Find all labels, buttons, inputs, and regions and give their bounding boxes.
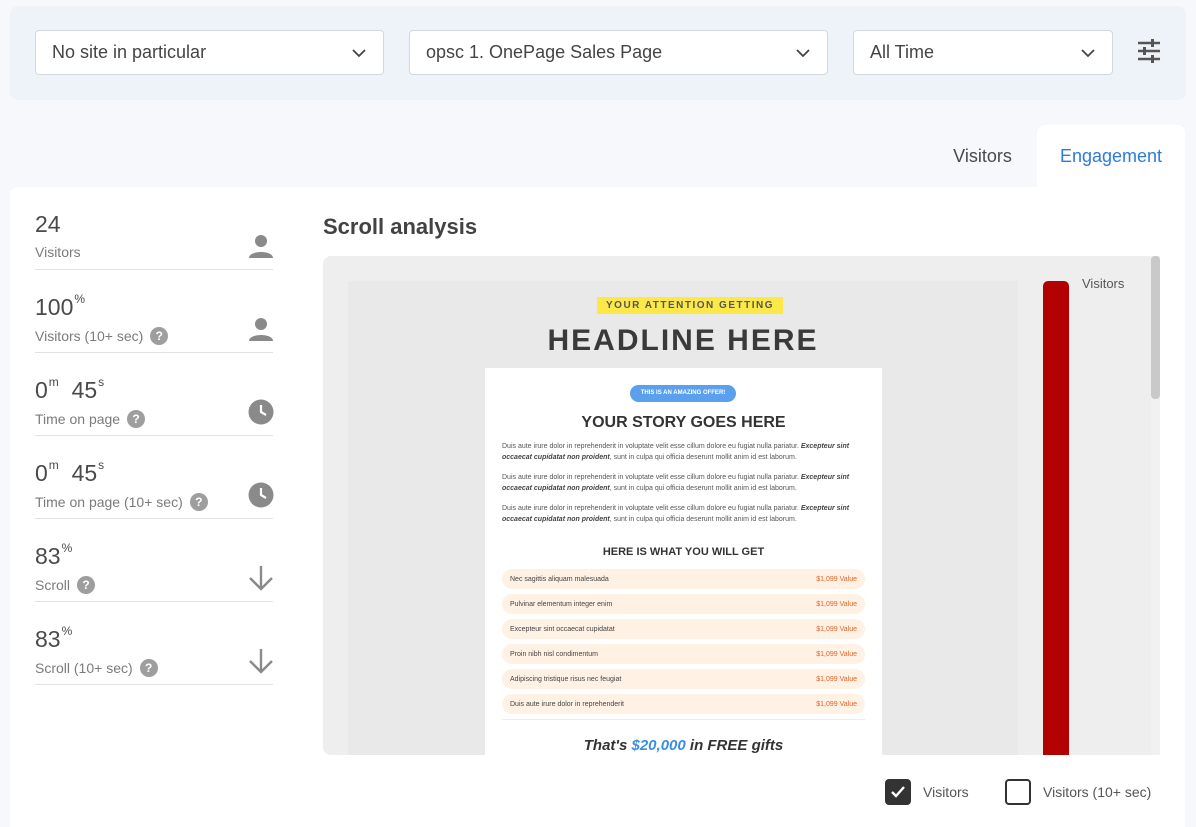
benefit-name: Adipiscing tristique risus nec feugiat (510, 675, 622, 683)
help-icon[interactable]: ? (77, 576, 96, 594)
tune-icon[interactable] (1136, 38, 1162, 64)
date-range-value: All Time (870, 42, 935, 62)
divider (502, 719, 865, 720)
preview-content-sheet: THIS IS AN AMAZING OFFER! YOUR STORY GOE… (485, 368, 882, 755)
chevron-down-icon (1081, 49, 1095, 58)
arrow-down-icon (247, 564, 275, 592)
attention-banner: YOUR ATTENTION GETTING (597, 297, 783, 314)
site-select[interactable]: No site in particular (35, 30, 384, 75)
stat-value: 100% (35, 292, 86, 320)
scroll-preview[interactable]: YOUR ATTENTION GETTING HEADLINE HERE THI… (323, 256, 1160, 755)
stat-item: 83% Scroll (10+ sec)? (35, 602, 273, 685)
person-icon (247, 315, 275, 343)
stat-label: Scroll (10+ sec)? (35, 659, 158, 677)
benefit-name: Excepteur sint occaecat cupidatat (510, 625, 615, 633)
checkbox-box[interactable] (885, 779, 911, 805)
benefit-row: Pulvinar elementum integer enim $1,099 Va… (502, 594, 865, 614)
page-select-value: opsc 1. OnePage Sales Page (426, 42, 663, 62)
checkbox-visitors-10sec[interactable]: Visitors (10+ sec) (1005, 779, 1151, 805)
benefit-row: Nec sagittis aliquam malesuada $1,099 Val… (502, 569, 865, 589)
gifts-line: That's $20,000 in FREE gifts (583, 737, 784, 754)
benefit-name: Pulvinar elementum integer enim (510, 600, 613, 608)
stat-label: Time on page? (35, 410, 146, 428)
benefit-price: $1,099 Value (816, 625, 857, 633)
help-icon[interactable]: ? (150, 327, 169, 345)
help-icon[interactable]: ? (139, 659, 158, 677)
benefit-name: Nec sagittis aliquam malesuada (510, 575, 609, 583)
benefit-price: $1,099 Value (816, 600, 857, 608)
preview-scrollbar-thumb[interactable] (1151, 256, 1160, 399)
filter-bar: No site in particular opsc 1. OnePage Sa… (10, 6, 1186, 100)
checkbox-box[interactable] (1005, 779, 1031, 805)
offer-pill: THIS IS AN AMAZING OFFER! (630, 385, 736, 402)
stat-value: 83% (35, 624, 73, 652)
help-icon[interactable]: ? (189, 493, 208, 511)
benefits-title: HERE IS WHAT YOU WILL GET (602, 546, 765, 558)
check-icon (891, 786, 905, 798)
stat-item: 83% Scroll? (35, 519, 273, 602)
tab-visitors[interactable]: Visitors (935, 125, 1030, 187)
stat-label: Visitors (35, 244, 81, 260)
stat-label: Visitors (10+ sec)? (35, 327, 169, 345)
benefit-name: Proin nibh nisl condimentum (510, 650, 598, 658)
story-paragraph: Duis aute irure dolor in reprehenderit i… (502, 474, 850, 492)
checkbox-label: Visitors (923, 784, 969, 800)
story-paragraph: Duis aute irure dolor in reprehenderit i… (502, 443, 850, 461)
clock-icon (247, 398, 275, 426)
scroll-analysis-title: Scroll analysis (323, 214, 478, 239)
page-preview: YOUR ATTENTION GETTING HEADLINE HERE THI… (348, 281, 1018, 755)
benefit-row: Proin nibh nisl condimentum $1,099 Value (502, 644, 865, 664)
chevron-down-icon (352, 49, 366, 58)
stat-value: 0m 45s (35, 375, 105, 403)
engagement-panel: 24 Visitors 100% Visitors (10+ sec)? 0m 45s T… (10, 187, 1185, 827)
stat-value: 83% (35, 541, 73, 569)
stat-item: 0m 45s Time on page (10+ sec)? (35, 436, 275, 519)
story-title: YOUR STORY GOES HERE (581, 414, 786, 431)
benefit-price: $1,099 Value (816, 575, 857, 583)
stat-item: 100% Visitors (10+ sec)? (35, 270, 273, 353)
help-icon[interactable]: ? (127, 410, 146, 428)
benefit-price: $1,099 Value (816, 650, 857, 658)
tab-engagement[interactable]: Engagement (1037, 125, 1185, 187)
clock-icon (247, 481, 275, 509)
arrow-down-icon (247, 647, 275, 675)
scroll-bar-legend: Visitors (1082, 276, 1125, 291)
benefit-row: Excepteur sint occaecat cupidatat $1,099 … (502, 619, 865, 639)
stat-label: Time on page (10+ sec)? (35, 493, 208, 511)
stat-value: 24 (35, 211, 61, 237)
benefit-row: Adipiscing tristique risus nec feugiat $1… (502, 669, 865, 689)
person-icon (247, 232, 275, 260)
stat-label: Scroll? (35, 576, 96, 594)
benefit-row: Duis aute irure dolor in reprehenderit $1… (502, 694, 865, 714)
scroll-depth-bar (1043, 281, 1069, 755)
site-select-value: No site in particular (52, 42, 207, 62)
benefit-price: $1,099 Value (816, 700, 857, 708)
benefit-name: Duis aute irure dolor in reprehenderit (510, 700, 625, 708)
story-paragraph: Duis aute irure dolor in reprehenderit i… (502, 505, 850, 523)
preview-headline: HEADLINE HERE (547, 324, 819, 357)
stat-value: 0m 45s (35, 458, 105, 486)
page-select[interactable]: opsc 1. OnePage Sales Page (409, 30, 828, 75)
date-range-select[interactable]: All Time (853, 30, 1113, 75)
stat-item: 0m 45s Time on page? (35, 353, 275, 436)
checkbox-label: Visitors (10+ sec) (1043, 784, 1152, 800)
chevron-down-icon (796, 49, 810, 58)
checkbox-visitors[interactable]: Visitors (885, 779, 969, 805)
stat-item: 24 Visitors (35, 187, 273, 270)
benefit-price: $1,099 Value (816, 675, 857, 683)
